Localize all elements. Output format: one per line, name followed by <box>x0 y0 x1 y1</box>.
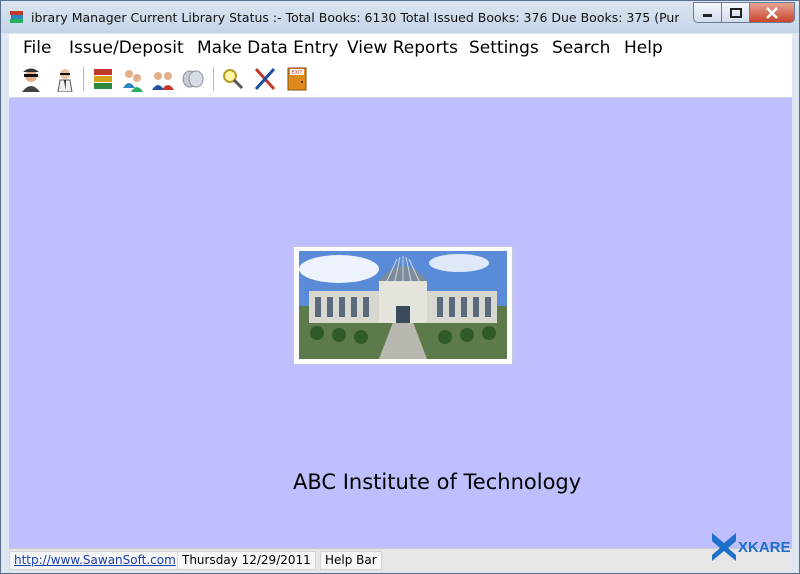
maximize-button[interactable] <box>721 2 749 23</box>
menu-search[interactable]: Search <box>552 38 610 58</box>
books-button[interactable] <box>91 66 115 92</box>
toolbar: EXIT <box>9 62 792 98</box>
exit-button[interactable]: EXIT <box>285 66 309 92</box>
magnifier-icon <box>223 69 244 90</box>
maximize-icon <box>729 7 742 18</box>
institute-photo <box>293 246 513 365</box>
minimize-icon <box>702 13 712 17</box>
close-icon <box>766 6 778 19</box>
status-bar: http://www.SawanSoft.com Thursday 12/29/… <box>9 548 792 571</box>
users-group-button[interactable] <box>121 66 145 92</box>
spy-user-button[interactable] <box>19 66 43 92</box>
tools-icon <box>254 67 276 91</box>
close-button[interactable] <box>749 2 795 23</box>
main-panel: ABC Institute of Technology <box>9 98 792 548</box>
coins-button[interactable] <box>181 66 205 92</box>
app-window: ibrary Manager Current Library Status :-… <box>0 0 800 574</box>
spy-user-icon <box>22 68 40 92</box>
toolbar-separator <box>83 67 84 91</box>
app-books-icon <box>10 11 23 23</box>
menu-file[interactable]: File <box>23 38 51 58</box>
toolbar-separator <box>213 67 214 91</box>
xkare-logo: XKARE <box>712 533 791 561</box>
agent-user-icon <box>57 69 73 93</box>
menu-bar: File Issue/Deposit Make Data Entry View … <box>9 34 792 62</box>
tools-button[interactable] <box>253 66 277 92</box>
exit-door-icon: EXIT <box>287 67 307 91</box>
exit-label: EXIT <box>291 70 303 76</box>
status-date: Thursday 12/29/2011 <box>177 551 316 570</box>
menu-issue-deposit[interactable]: Issue/Deposit <box>69 38 184 58</box>
users-group-icon <box>123 70 143 92</box>
books-stack-icon <box>94 69 112 89</box>
menu-make-data-entry[interactable]: Make Data Entry <box>197 38 338 58</box>
agent-user-button[interactable] <box>53 66 77 93</box>
logo-text: XKARE <box>738 539 791 556</box>
menu-view-reports[interactable]: View Reports <box>347 38 458 58</box>
window-controls <box>693 2 795 23</box>
window-title: ibrary Manager Current Library Status :-… <box>31 10 679 25</box>
users-pair-button[interactable] <box>151 66 175 92</box>
help-bar: Help Bar <box>320 551 382 570</box>
institute-name: ABC Institute of Technology <box>293 470 582 494</box>
search-button[interactable] <box>221 66 245 92</box>
website-link[interactable]: http://www.SawanSoft.com <box>9 551 181 570</box>
menu-help[interactable]: Help <box>624 38 663 58</box>
institute-building-image <box>299 251 507 359</box>
users-pair-icon <box>152 72 174 90</box>
title-bar[interactable]: ibrary Manager Current Library Status :-… <box>1 1 799 33</box>
menu-settings[interactable]: Settings <box>469 38 539 58</box>
minimize-button[interactable] <box>693 2 721 23</box>
coins-icon <box>182 70 204 88</box>
